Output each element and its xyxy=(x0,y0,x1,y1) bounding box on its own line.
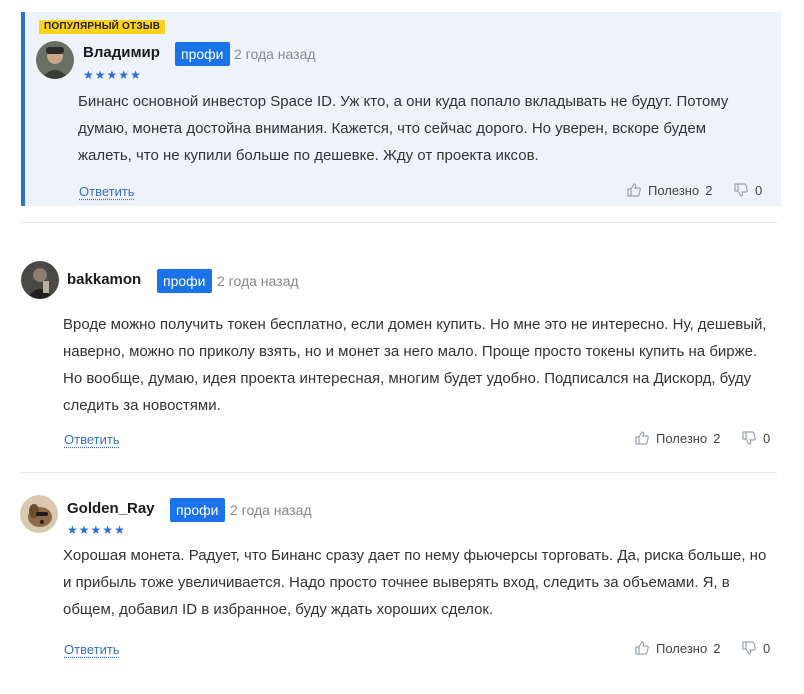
popular-review-badge: ПОПУЛЯРНЫЙ ОТЗЫВ xyxy=(39,20,166,34)
star-icon: ★ xyxy=(114,523,125,537)
useful-label: Полезно xyxy=(656,430,708,446)
useful-count: 2 xyxy=(713,430,721,446)
review-card: Golden_Ray ★★★★★ профи 2 года назад Хоро… xyxy=(20,472,777,673)
review-date: 2 года назад xyxy=(230,502,312,518)
dislike-count: 0 xyxy=(755,182,763,198)
useful-label: Полезно xyxy=(656,640,708,656)
pro-badge: профи xyxy=(157,269,212,293)
rating-stars: ★★★★★ xyxy=(67,521,126,537)
useful-button[interactable]: Полезно 2 xyxy=(626,182,712,198)
pro-badge: профи xyxy=(170,498,225,522)
dislike-button[interactable]: 0 xyxy=(741,640,770,656)
thumbs-down-icon xyxy=(734,183,748,197)
review-date: 2 года назад xyxy=(217,273,299,289)
author-name[interactable]: bakkamon xyxy=(67,271,141,288)
useful-button[interactable]: Полезно 2 xyxy=(634,430,720,446)
useful-button[interactable]: Полезно 2 xyxy=(634,640,720,656)
star-icon: ★ xyxy=(130,68,141,82)
reply-link[interactable]: Ответить xyxy=(64,642,120,657)
thumbs-down-icon xyxy=(742,431,756,445)
review-text: Хорошая монета. Радует, что Бинанс сразу… xyxy=(63,547,767,618)
avatar[interactable] xyxy=(36,41,74,79)
star-icon: ★ xyxy=(106,68,118,82)
star-icon: ★ xyxy=(118,68,130,82)
dislike-count: 0 xyxy=(763,430,771,446)
review-card-featured: ПОПУЛЯРНЫЙ ОТЗЫВ Владимир ★★★★★ профи 2 … xyxy=(21,12,781,206)
useful-count: 2 xyxy=(713,640,721,656)
useful-count: 2 xyxy=(705,182,713,198)
dislike-count: 0 xyxy=(763,640,771,656)
dislike-button[interactable]: 0 xyxy=(741,430,770,446)
rating-stars: ★★★★★ xyxy=(83,66,142,82)
thumbs-down-icon xyxy=(742,641,756,655)
star-icon: ★ xyxy=(83,68,94,82)
star-icon: ★ xyxy=(78,523,90,537)
reply-link[interactable]: Ответить xyxy=(64,432,120,447)
review-text: Бинанс основной инвестор Space ID. Уж кт… xyxy=(78,93,729,164)
author-name[interactable]: Владимир xyxy=(83,44,160,61)
review-text: Вроде можно получить токен бесплатно, ес… xyxy=(63,316,767,414)
useful-label: Полезно xyxy=(648,182,700,198)
star-icon: ★ xyxy=(67,523,78,537)
star-icon: ★ xyxy=(102,523,114,537)
thumbs-up-icon xyxy=(627,183,641,197)
review-card: bakkamon профи 2 года назад Вроде можно … xyxy=(20,222,777,473)
thumbs-up-icon xyxy=(635,641,649,655)
dislike-button[interactable]: 0 xyxy=(733,182,762,198)
author-name[interactable]: Golden_Ray xyxy=(67,500,155,517)
thumbs-up-icon xyxy=(635,431,649,445)
star-icon: ★ xyxy=(90,523,102,537)
pro-badge: профи xyxy=(175,42,230,66)
review-date: 2 года назад xyxy=(234,46,316,62)
avatar[interactable] xyxy=(20,495,58,533)
reply-link[interactable]: Ответить xyxy=(79,184,135,199)
star-icon: ★ xyxy=(94,68,106,82)
avatar[interactable] xyxy=(21,261,59,299)
